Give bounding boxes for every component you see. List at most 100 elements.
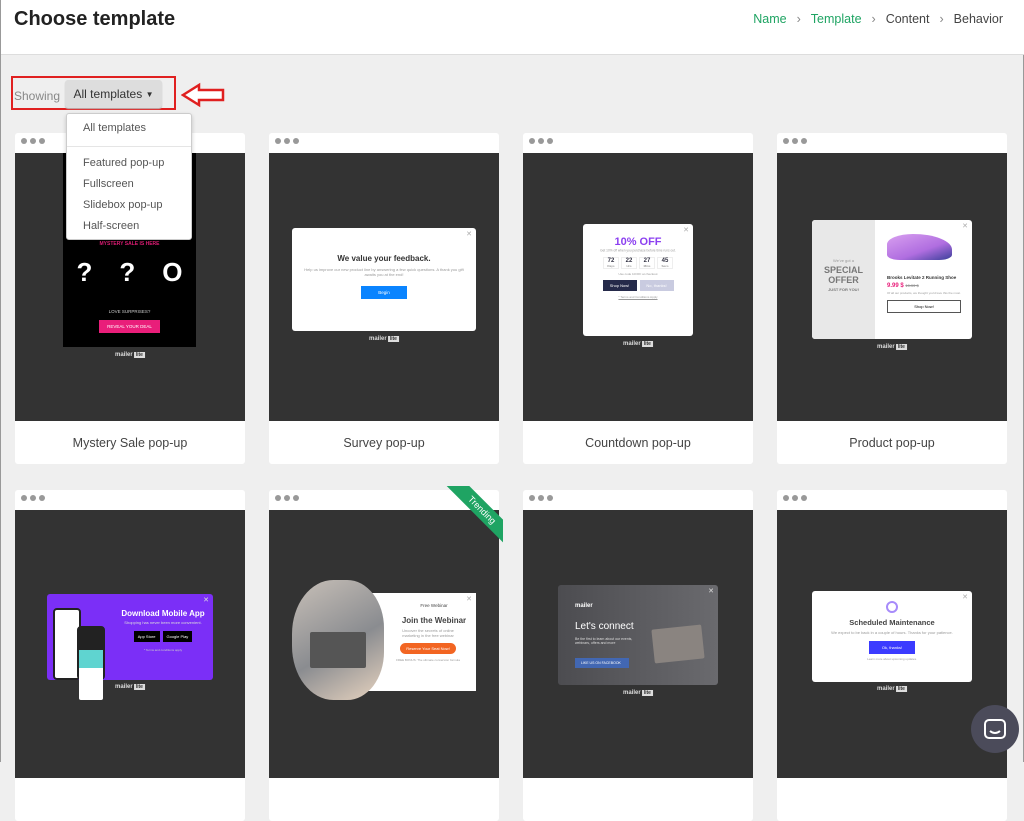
template-card-survey[interactable]: ✕ We value your feedback. Help us improv… — [269, 133, 499, 464]
window-dots-icon — [269, 133, 499, 153]
maintenance-popup: ✕ Scheduled Maintenance We expect to be … — [812, 591, 972, 682]
terms-link: * Terms and Conditions Apply — [618, 295, 658, 299]
template-name: Product pop-up — [849, 435, 935, 450]
product-name: Brooks Levitate 2 Running Shoe — [887, 275, 957, 280]
bonus-text: FREE BONUS: The ultimate conversion form… — [396, 658, 460, 662]
trending-label: Trending — [444, 486, 503, 548]
close-icon: ✕ — [466, 231, 472, 238]
mystery-char: ? — [119, 257, 136, 287]
divider — [67, 146, 191, 147]
template-card-maintenance[interactable]: ✕ Scheduled Maintenance We expect to be … — [777, 490, 1007, 821]
countdown-timer: 72 Days 22 Hrs 27 Mins 45 Secs — [583, 257, 693, 269]
header: Choose template Name › Template › Content ›… — [1, 0, 1024, 55]
product-old-price: 19.99 $ — [905, 283, 919, 288]
popup-heading: 10% OFF — [614, 236, 662, 248]
timer-unit: Secs — [661, 264, 669, 268]
menu-item-fullscreen[interactable]: Fullscreen — [83, 178, 134, 190]
shoe-image — [887, 234, 952, 260]
dropdown-value: All templates — [73, 87, 143, 101]
close-icon: ✕ — [683, 227, 689, 234]
chevron-right-icon: › — [871, 12, 876, 26]
timer-unit: Mins — [643, 264, 651, 268]
mailerlite-logo: mailer lite — [877, 686, 907, 692]
breadcrumb-template[interactable]: Template — [811, 12, 862, 26]
mailerlite-logo: mailer lite — [623, 690, 653, 696]
template-card-mobile-app[interactable]: ✕ Download Mobile App Shopping has never… — [15, 490, 245, 821]
window-dots-icon — [15, 490, 245, 510]
template-name: Mystery Sale pop-up — [72, 435, 188, 450]
menu-item-all-templates[interactable]: All templates — [83, 122, 146, 134]
arrow-left-icon — [181, 82, 225, 108]
window-dots-icon — [777, 490, 1007, 510]
popup-button: Shop Now! — [887, 300, 961, 313]
updates-link: Learn more about upcoming updates. — [867, 657, 917, 661]
showing-label: Showing — [14, 89, 61, 103]
popup-subtext: Be the first to learn about our events, … — [575, 637, 633, 645]
trending-badge: Trending — [441, 486, 503, 548]
timer-unit: Hrs — [626, 264, 632, 268]
close-icon: ✕ — [962, 223, 968, 230]
popup-subtext: We expect to be back in a couple of hour… — [831, 630, 953, 635]
template-filter-dropdown[interactable]: All templates ▼ — [65, 80, 162, 108]
popup-button: Ok, thanks! — [869, 641, 915, 654]
popup-button: Shop Now! — [602, 280, 637, 291]
dropdown-menu: All templates Featured pop-up Fullscreen… — [66, 113, 192, 240]
chevron-right-icon: › — [939, 12, 944, 26]
menu-item-featured-popup[interactable]: Featured pop-up — [83, 157, 164, 169]
menu-item-half-screen[interactable]: Half-screen — [83, 220, 139, 232]
popup-subtext: JUST FOR YOU! — [828, 287, 859, 292]
template-name — [777, 778, 1007, 821]
breadcrumb-behavior: Behavior — [953, 12, 1003, 26]
mystery-char: O — [162, 257, 183, 287]
template-card-countdown[interactable]: ✕ 10% OFF Get 10% off when you purchase … — [523, 133, 753, 464]
mystery-char: ? — [76, 257, 93, 287]
facebook-button: LIKE US ON FACEBOOK — [575, 658, 629, 668]
popup-button: Reserve Your Seat Now! — [400, 643, 456, 654]
close-icon: ✕ — [708, 588, 714, 595]
template-card-lets-connect[interactable]: ✕ mailer Let's connect Be the first to l… — [523, 490, 753, 821]
template-preview: ✕ Free Webinar Join the Webinar Uncover … — [269, 510, 499, 778]
template-preview: We've got a SPECIAL OFFER JUST FOR YOU! … — [777, 153, 1007, 421]
breadcrumb-name[interactable]: Name — [753, 12, 786, 26]
mailerlite-logo: mailer lite — [115, 352, 145, 358]
mailerlite-logo: mailer — [575, 603, 593, 609]
app-store-badge: App Store — [133, 631, 160, 642]
window-dots-icon — [777, 133, 1007, 153]
popup-heading: Join the Webinar — [401, 616, 467, 625]
mailerlite-logo: mailer lite — [877, 344, 907, 350]
popup-heading: We value your feedback. — [337, 254, 431, 263]
google-play-badge: Google Play — [162, 631, 193, 642]
close-icon: ✕ — [203, 597, 209, 604]
template-name — [269, 778, 499, 821]
countdown-popup: ✕ 10% OFF Get 10% off when you purchase … — [583, 224, 693, 336]
template-name: Survey pop-up — [343, 435, 425, 450]
template-preview: ✕ 10% OFF Get 10% off when you purchase … — [523, 153, 753, 421]
breadcrumb: Name › Template › Content › Behavior — [753, 12, 1003, 26]
sync-icon — [886, 601, 898, 613]
popup-pretext: We've got a — [833, 258, 854, 263]
window-dots-icon — [523, 133, 753, 153]
timer-unit: Days — [607, 264, 615, 268]
template-card-product[interactable]: We've got a SPECIAL OFFER JUST FOR YOU! … — [777, 133, 1007, 464]
product-price: 9.99 $ — [887, 283, 904, 289]
mailerlite-logo: mailer lite — [115, 684, 145, 690]
template-preview: ✕ Download Mobile App Shopping has never… — [15, 510, 245, 778]
breadcrumb-content: Content — [885, 12, 930, 26]
popup-heading: Scheduled Maintenance — [849, 618, 935, 627]
window-dots-icon — [523, 490, 753, 510]
popup-heading: Let's connect — [575, 621, 634, 632]
coupon-text: Use code 10OFF at checkout — [618, 272, 658, 276]
phone-image — [77, 626, 105, 700]
mailerlite-logo: mailer lite — [369, 336, 399, 342]
product-popup: We've got a SPECIAL OFFER JUST FOR YOU! … — [812, 220, 972, 339]
chat-widget-button[interactable] — [971, 705, 1019, 753]
popup-heading: MYSTERY SALE IS HERE — [99, 241, 160, 247]
popup-button: REVEAL YOUR DEAL — [99, 320, 160, 333]
popup-heading: SPECIAL OFFER — [823, 265, 863, 285]
survey-popup: ✕ We value your feedback. Help us improv… — [292, 228, 476, 331]
page-title: Choose template — [14, 8, 176, 30]
menu-item-slidebox-popup[interactable]: Slidebox pop-up — [83, 199, 163, 211]
template-preview: ✕ We value your feedback. Help us improv… — [269, 153, 499, 421]
close-icon: ✕ — [962, 594, 968, 601]
template-name — [523, 778, 753, 821]
